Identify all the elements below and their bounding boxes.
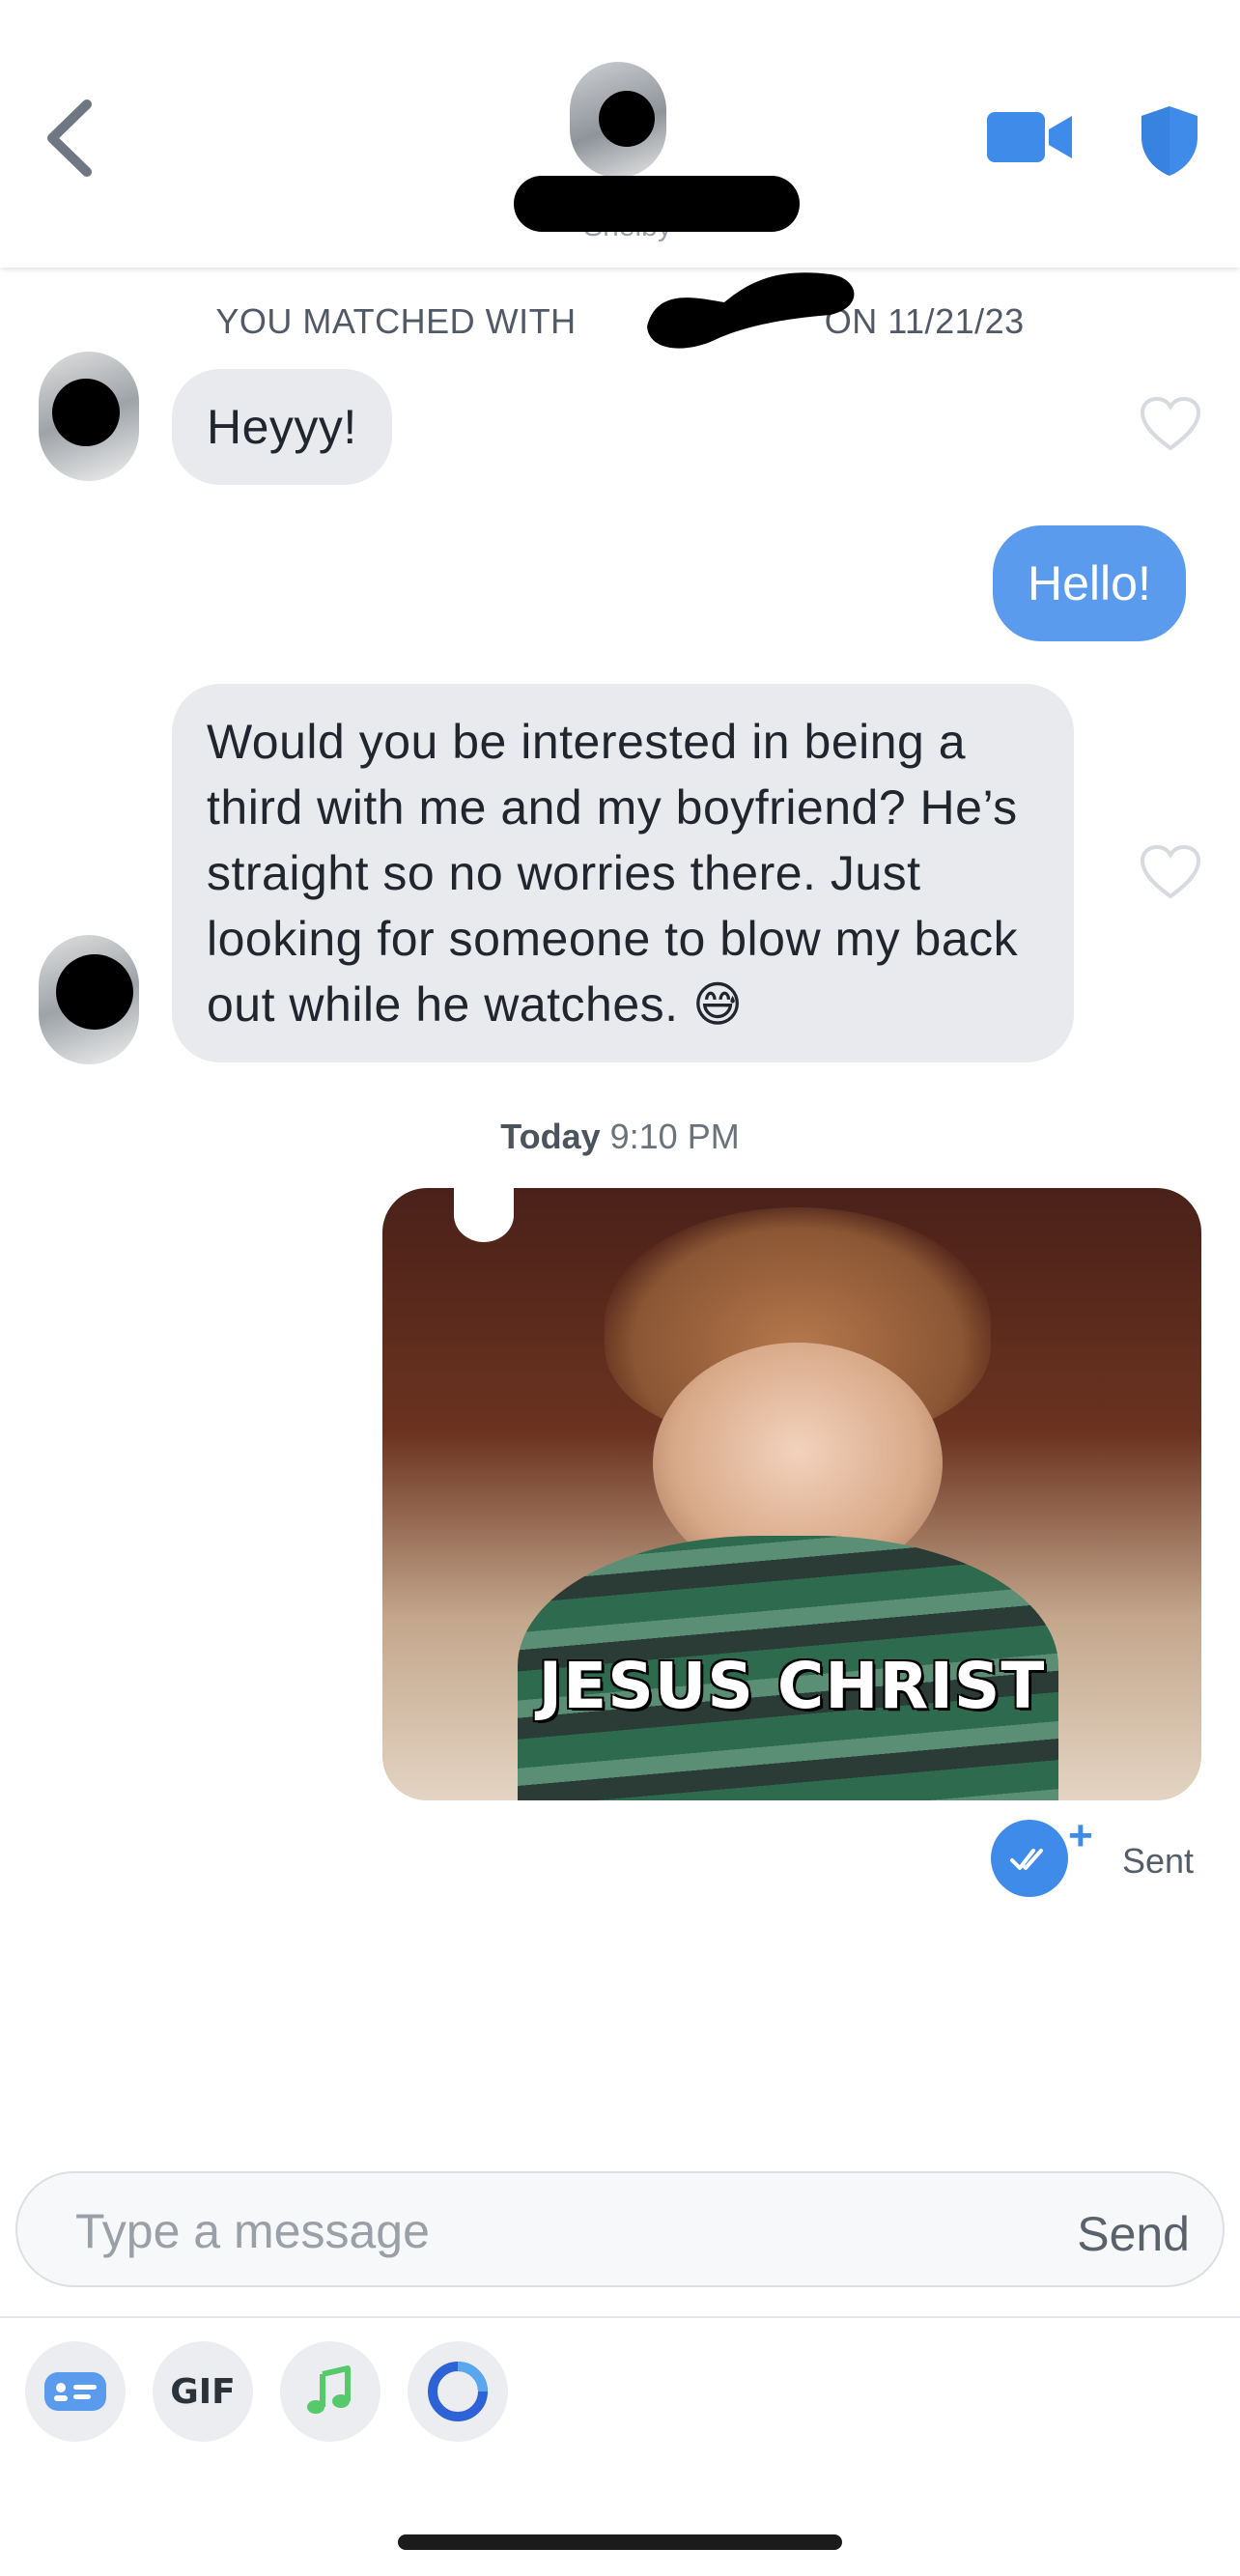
message-timestamp: Today 9:10 PM: [0, 1117, 1240, 1157]
vibe-button[interactable]: [408, 2341, 508, 2442]
back-chevron-icon[interactable]: [37, 95, 104, 182]
safety-shield-icon[interactable]: [1136, 102, 1203, 180]
sent-gif-message[interactable]: JESUS CHRIST: [382, 1188, 1201, 1800]
toolbar-divider: [0, 2316, 1240, 2318]
read-receipt-icon[interactable]: [991, 1820, 1068, 1897]
gif-button-label: GIF: [170, 2371, 236, 2412]
music-note-icon: [307, 2365, 351, 2414]
timestamp-time: 9:10 PM: [609, 1117, 740, 1156]
gif-button[interactable]: GIF: [153, 2341, 253, 2442]
match-avatar[interactable]: [570, 62, 666, 178]
received-message[interactable]: Heyyy!: [172, 369, 392, 485]
redaction-mark: [514, 176, 800, 232]
sender-avatar[interactable]: [39, 935, 139, 1064]
plus-icon[interactable]: +: [1068, 1812, 1093, 1860]
message-composer: Send: [15, 2171, 1225, 2287]
ring-icon: [428, 2362, 488, 2421]
gif-indicator-icon: [454, 1188, 514, 1242]
send-button[interactable]: Send: [1077, 2206, 1190, 2262]
home-indicator: [398, 2534, 842, 2550]
like-heart-icon[interactable]: [1140, 844, 1201, 900]
redaction-mark: [647, 272, 855, 349]
video-call-icon[interactable]: [985, 108, 1074, 166]
id-card-icon: [44, 2372, 106, 2411]
match-banner-prefix: YOU MATCHED WITH: [215, 301, 577, 341]
sent-status: Sent: [1122, 1841, 1195, 1881]
music-button[interactable]: [280, 2341, 380, 2442]
sender-avatar[interactable]: [39, 352, 139, 481]
profile-card-button[interactable]: [25, 2341, 126, 2442]
timestamp-day: Today: [500, 1117, 601, 1156]
gif-caption: JESUS CHRIST: [538, 1649, 1046, 1723]
like-heart-icon[interactable]: [1140, 396, 1201, 452]
sent-message[interactable]: Hello!: [993, 525, 1186, 641]
match-banner: YOU MATCHED WITH ON 11/21/23: [0, 301, 1240, 342]
received-message[interactable]: Would you be interested in being a third…: [172, 684, 1074, 1062]
message-input[interactable]: [75, 2193, 944, 2270]
chat-header: Shelby: [0, 0, 1240, 268]
